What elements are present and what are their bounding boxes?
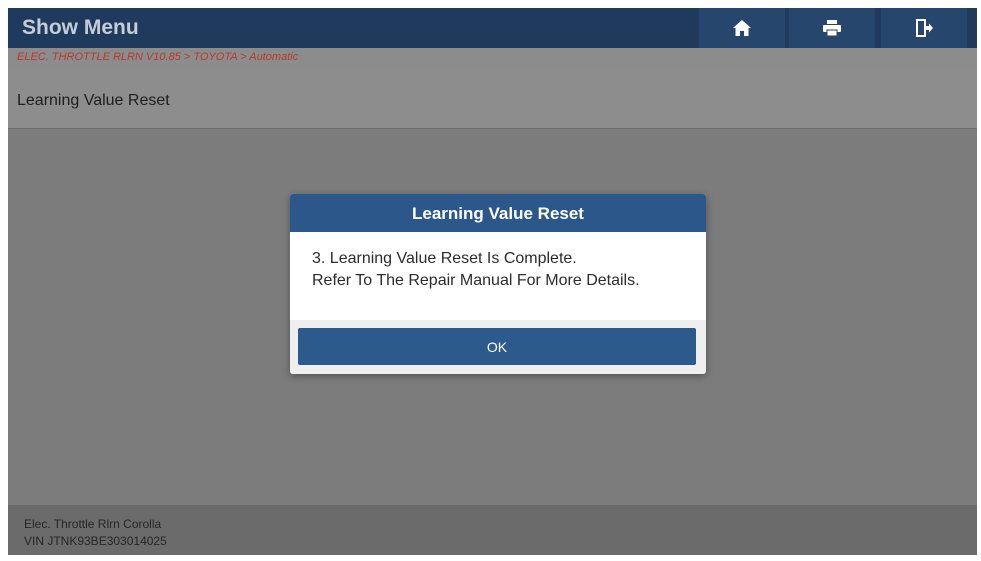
vehicle-name: Elec. Throttle Rlrn Corolla — [24, 517, 162, 531]
dialog-footer: OK — [290, 320, 706, 374]
dialog-header: Learning Value Reset — [290, 194, 706, 232]
message-dialog: Learning Value Reset 3. Learning Value R… — [290, 194, 706, 374]
print-button[interactable] — [789, 8, 875, 48]
header-title: Show Menu — [22, 16, 139, 39]
home-button[interactable] — [699, 8, 785, 48]
exit-icon — [914, 18, 934, 38]
breadcrumb-bar: ELEC. THROTTLE RLRN V10.85 > TOYOTA > Au… — [8, 48, 977, 68]
exit-button[interactable] — [881, 8, 967, 48]
dialog-message-line2: Refer To The Repair Manual For More Deta… — [312, 272, 640, 289]
app-screen: Show Menu ELEC. THROTTLE RLRN V10.85 > T… — [8, 8, 977, 555]
app-header: Show Menu — [8, 8, 977, 48]
breadcrumb: ELEC. THROTTLE RLRN V10.85 > TOYOTA > Au… — [17, 51, 299, 63]
dialog-title: Learning Value Reset — [412, 204, 584, 223]
page-title-bar: Learning Value Reset — [8, 68, 977, 129]
vin-label: VIN JTNK93BE303014025 — [24, 534, 167, 548]
ok-button[interactable]: OK — [298, 328, 696, 365]
home-icon — [732, 19, 752, 37]
print-icon — [822, 19, 842, 37]
vehicle-info-footer: Elec. Throttle Rlrn Corolla VIN JTNK93BE… — [8, 505, 977, 555]
dialog-message-line1: 3. Learning Value Reset Is Complete. — [312, 250, 577, 267]
page-title: Learning Value Reset — [17, 92, 170, 109]
